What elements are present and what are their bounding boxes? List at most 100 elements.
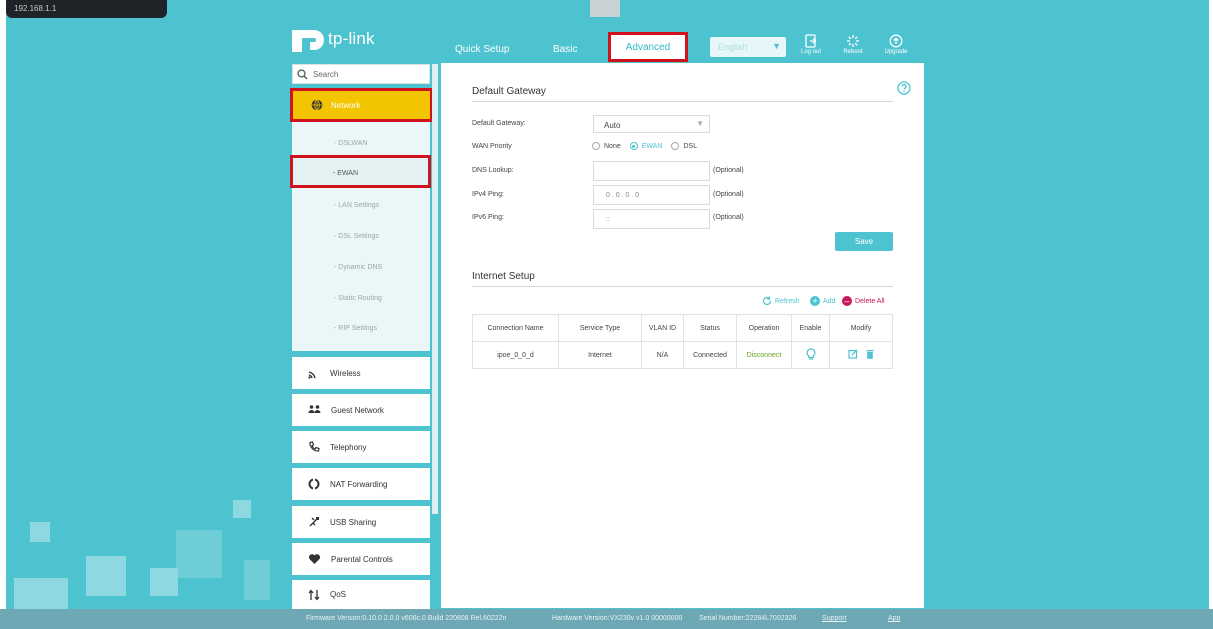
background-decoration: [86, 556, 126, 596]
section-divider: [472, 101, 893, 102]
wifi-icon: [308, 371, 316, 379]
url-tooltip: 192.168.1.1: [6, 0, 167, 18]
column-header: Operation: [736, 314, 792, 342]
logout-label: Log out: [800, 49, 822, 55]
sidebar-item-network[interactable]: Network: [290, 88, 433, 122]
sidebar-item-qos[interactable]: QoS: [292, 580, 430, 609]
add-button[interactable]: + Add: [810, 296, 835, 306]
logout-button[interactable]: Log out: [794, 34, 828, 55]
wan-priority-group: None EWAN DSL: [592, 142, 706, 150]
submenu-rip-settings[interactable]: - RIP Settings: [334, 325, 377, 332]
reboot-label: Reboot: [843, 49, 863, 55]
background-decoration: [150, 568, 178, 596]
tab-quick-setup[interactable]: Quick Setup: [455, 44, 509, 55]
sidebar-scrollbar[interactable]: [432, 64, 438, 514]
ipv4-ping-optional: (Optional): [713, 191, 744, 198]
refresh-label: Refresh: [775, 297, 800, 305]
sidebar-item-qos-label: QoS: [330, 590, 347, 599]
dns-lookup-input[interactable]: [593, 161, 710, 181]
edit-icon[interactable]: [848, 349, 858, 359]
submenu-lan-settings[interactable]: - LAN Settings: [334, 202, 379, 209]
sidebar-item-telephony-label: Telephony: [330, 442, 367, 452]
search-input[interactable]: Search: [292, 64, 430, 84]
sidebar-item-wireless-label: Wireless: [330, 368, 361, 378]
save-button[interactable]: Save: [835, 232, 893, 251]
submenu-dslwan[interactable]: - DSLWAN: [334, 140, 367, 147]
sidebar-item-parental-controls-label: Parental Controls: [331, 554, 393, 564]
tab-basic[interactable]: Basic: [553, 44, 577, 55]
dns-lookup-optional: (Optional): [713, 167, 744, 174]
ipv4-ping-input[interactable]: 0 . 0 . 0 . 0: [593, 185, 710, 205]
help-icon[interactable]: [897, 81, 911, 95]
top-handle: [590, 0, 620, 17]
radio-ewan[interactable]: [629, 142, 638, 150]
default-gateway-select[interactable]: Auto ▼: [593, 115, 710, 133]
default-gateway-label: Default Gateway:: [472, 120, 526, 127]
column-header: VLAN ID: [641, 314, 684, 342]
table-header-row: Connection Name Service Type VLAN ID Sta…: [472, 314, 893, 342]
parental-controls-icon: [308, 554, 321, 564]
internet-setup-title: Internet Setup: [472, 271, 535, 282]
reboot-icon: [847, 35, 859, 47]
tab-advanced[interactable]: Advanced: [608, 32, 688, 62]
guests-icon: [308, 405, 321, 413]
sidebar-item-wireless[interactable]: Wireless: [292, 357, 430, 389]
add-label: Add: [823, 297, 836, 305]
ipv6-ping-label: IPv6 Ping:: [472, 214, 504, 221]
sidebar-item-telephony[interactable]: Telephony: [292, 431, 430, 463]
delete-all-icon: –: [842, 296, 852, 306]
column-header: Connection Name: [472, 314, 559, 342]
language-select[interactable]: English ▼: [710, 37, 786, 57]
column-header: Service Type: [558, 314, 642, 342]
radio-dsl-label: DSL: [683, 142, 698, 150]
serial-number: Serial Number:22284L7002326: [699, 615, 797, 622]
sidebar-item-network-label: Network: [331, 100, 361, 110]
delete-all-button[interactable]: – Delete All: [842, 296, 885, 306]
tp-link-logo: tp-link: [292, 24, 375, 54]
ipv6-ping-optional: (Optional): [713, 214, 744, 221]
radio-none[interactable]: [592, 142, 600, 150]
submenu-ewan[interactable]: - EWAN: [290, 155, 431, 188]
reboot-button[interactable]: Reboot: [836, 34, 870, 55]
delete-all-label: Delete All: [855, 297, 885, 305]
app-link[interactable]: App: [888, 615, 900, 622]
sidebar-item-usb-sharing[interactable]: USB Sharing: [292, 506, 430, 538]
search-icon: [297, 68, 308, 79]
wan-priority-label: WAN Priority: [472, 143, 512, 150]
sidebar-item-parental-controls[interactable]: Parental Controls: [292, 543, 430, 575]
globe-icon: [311, 99, 323, 111]
background-decoration: [233, 500, 251, 518]
upgrade-label: Upgrade: [884, 49, 908, 55]
lightbulb-icon[interactable]: [806, 348, 816, 360]
radio-dsl[interactable]: [671, 142, 680, 150]
upgrade-icon: [889, 34, 903, 48]
section-divider: [472, 286, 893, 287]
sidebar-item-guest-network[interactable]: Guest Network: [292, 394, 430, 426]
default-gateway-value: Auto: [604, 121, 621, 130]
submenu-static-routing[interactable]: - Static Routing: [334, 295, 382, 302]
disconnect-link[interactable]: Disconnect: [736, 341, 792, 369]
add-icon: +: [810, 296, 820, 306]
column-header: Enable: [791, 314, 830, 342]
usb-icon: [309, 517, 319, 527]
chevron-down-icon: ▼: [772, 41, 781, 51]
background-decoration: [30, 522, 50, 542]
submenu-dsl-settings[interactable]: - DSL Settings: [334, 233, 379, 240]
upgrade-button[interactable]: Upgrade: [879, 34, 913, 55]
refresh-button[interactable]: Refresh: [762, 296, 800, 306]
ipv6-ping-input[interactable]: ::: [593, 209, 710, 229]
sidebar-item-usb-sharing-label: USB Sharing: [330, 517, 377, 527]
support-link[interactable]: Support: [822, 615, 847, 622]
dns-lookup-label: DNS Lookup:: [472, 167, 514, 174]
ipv6-ping-value: ::: [606, 216, 610, 223]
tp-link-logo-icon: [292, 24, 326, 54]
sidebar-item-nat-forwarding[interactable]: NAT Forwarding: [292, 468, 430, 500]
connections-table: Connection Name Service Type VLAN ID Sta…: [472, 314, 893, 369]
radio-none-label: None: [604, 142, 621, 150]
window-border-right: [1209, 0, 1213, 629]
submenu-dynamic-dns[interactable]: - Dynamic DNS: [334, 264, 382, 271]
ipv4-ping-value: 0 . 0 . 0 . 0: [606, 192, 640, 199]
cell-modify: [829, 341, 893, 369]
logo-text: tp-link: [328, 29, 375, 48]
trash-icon[interactable]: [866, 349, 874, 359]
